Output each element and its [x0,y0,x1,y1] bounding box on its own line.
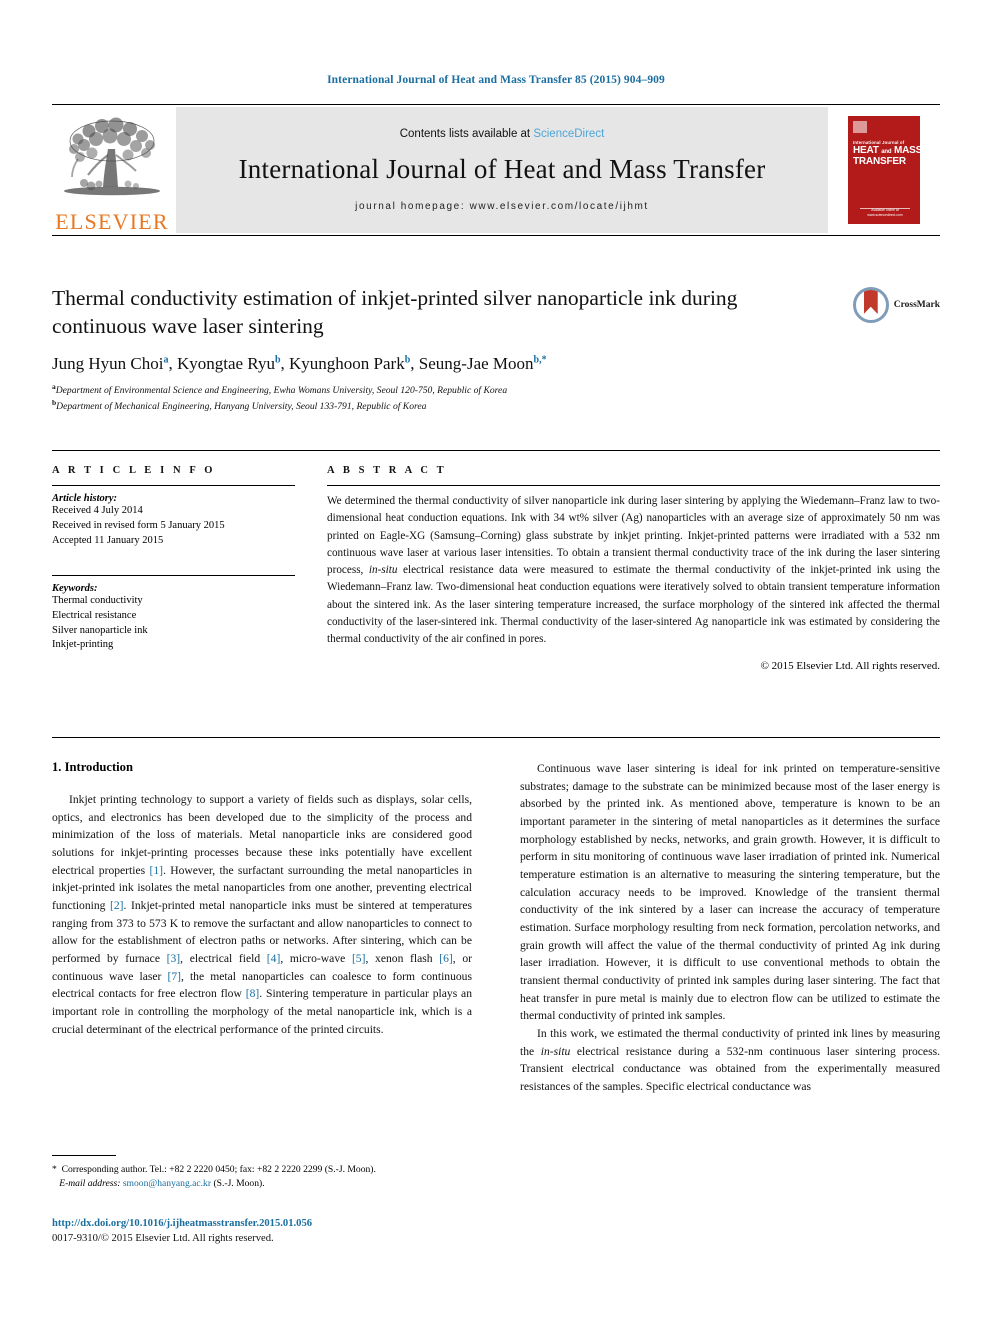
citation-ref[interactable]: [4] [267,952,281,965]
keyword-item: Thermal conductivity [52,594,143,606]
citation-ref[interactable]: [1] [149,864,163,877]
citation-ref[interactable]: [7] [167,970,181,983]
cover-foot-line: Available online at www.sciencedirect.co… [867,207,903,217]
affiliation-item: bDepartment of Mechanical Engineering, H… [52,398,427,413]
crossmark-label: CrossMark [893,300,940,310]
author-list: Jung Hyun Choia, Kyongtae Ryub, Kyunghoo… [52,354,940,374]
crossmark-icon [852,287,889,323]
article-head: CrossMark Thermal conductivity estimatio… [52,285,940,414]
info-abstract-block: A R T I C L E I N F O Article history: R… [52,450,940,672]
issn-copyright: 0017-9310/© 2015 Elsevier Ltd. All right… [52,1233,274,1245]
article-history-item: Received 4 July 2014 [52,505,143,516]
email-link[interactable]: smoon@hanyang.ac.kr [123,1178,211,1189]
abstract-text: We determined the thermal conductivity o… [327,495,940,645]
crossmark-badge-group[interactable]: CrossMark [852,287,940,323]
footnote-email: E-mail address: smoon@hanyang.ac.kr (S.-… [59,1178,265,1190]
elsevier-tree-icon [64,117,160,196]
contents-prefix: Contents lists available at [399,128,534,140]
paper-page: International Journal of Heat and Mass T… [0,0,992,1323]
elsevier-wordmark: ELSEVIER [55,209,169,234]
abstract-column: A B S T R A C T We determined the therma… [327,465,940,672]
footer-identifiers: http://dx.doi.org/10.1016/j.ijheatmasstr… [52,1216,552,1247]
body-divider [52,737,940,738]
intro-paragraph-left: Inkjet printing technology to support a … [52,793,473,1036]
journal-cover-block: International Journal of HEAT and MASS T… [828,105,940,235]
corresponding-author-footnote: * Corresponding author. Tel.: +82 2 2220… [52,1155,472,1192]
affiliation-list: aDepartment of Environmental Science and… [52,382,940,414]
author-item: Kyunghoon Parkb, [289,354,419,374]
citation-ref[interactable]: [8] [246,987,260,1000]
body-columns: 1. Introduction Inkjet printing technolo… [52,760,940,1096]
citation-ref[interactable]: [5] [352,952,366,965]
keyword-item: Inkjet-printing [52,639,114,651]
contents-lists-line: Contents lists available at ScienceDirec… [400,128,605,140]
article-info-heading: A R T I C L E I N F O [52,465,216,476]
journal-homepage[interactable]: journal homepage: www.elsevier.com/locat… [355,201,649,212]
author-item: Jung Hyun Choia, [52,354,177,374]
cover-title: HEAT and MASS TRANSFER [853,145,923,167]
keywords-label: Keywords: [52,582,98,594]
sciencedirect-link[interactable]: ScienceDirect [533,128,604,140]
abstract-copyright: © 2015 Elsevier Ltd. All rights reserved… [760,660,940,673]
journal-band: Contents lists available at ScienceDirec… [176,107,828,233]
running-head: International Journal of Heat and Mass T… [327,74,665,86]
doi-link[interactable]: http://dx.doi.org/10.1016/j.ijheatmasstr… [52,1216,552,1231]
footnote-divider [52,1155,116,1156]
body-column-right: Continuous wave laser sintering is ideal… [520,760,940,1096]
journal-title: International Journal of Heat and Mass T… [238,154,766,184]
journal-masthead: ELSEVIER Contents lists available at Sci… [52,104,940,236]
cover-elsevier-icon [853,121,867,133]
citation-ref[interactable]: [3] [167,952,181,965]
author-affil-mark: b,* [533,354,547,366]
keyword-item: Silver nanoparticle ink [52,624,148,636]
section-heading-introduction: 1. Introduction [52,760,133,774]
article-history-label: Article history: [52,493,118,504]
article-history-item: Received in revised form 5 January 2015 [52,519,225,531]
body-column-left: 1. Introduction Inkjet printing technolo… [52,760,472,1096]
article-info-column: A R T I C L E I N F O Article history: R… [52,465,295,672]
citation-ref[interactable]: [6] [439,952,453,965]
abstract-heading: A B S T R A C T [327,465,447,476]
footnote-corresponding: * Corresponding author. Tel.: +82 2 2220… [52,1164,376,1175]
journal-cover-image: International Journal of HEAT and MASS T… [842,114,926,226]
keywords-block: Keywords: Thermal conductivity Electrica… [52,574,295,654]
keyword-item: Electrical resistance [52,609,137,621]
citation-ref[interactable]: [2] [110,899,124,912]
article-history-item: Accepted 11 January 2015 [52,534,164,546]
author-item: Seung-Jae Moonb,* [418,354,547,374]
affiliation-item: aDepartment of Environmental Science and… [52,382,508,397]
intro-paragraph-right-1: Continuous wave laser sintering is ideal… [520,762,940,1023]
elsevier-logo: ELSEVIER [52,105,172,235]
intro-paragraph-right-2: In this work, we estimated the thermal c… [520,1027,940,1094]
author-item: Kyongtae Ryub, [176,354,290,374]
page-title: Thermal conductivity estimation of inkje… [52,286,738,338]
